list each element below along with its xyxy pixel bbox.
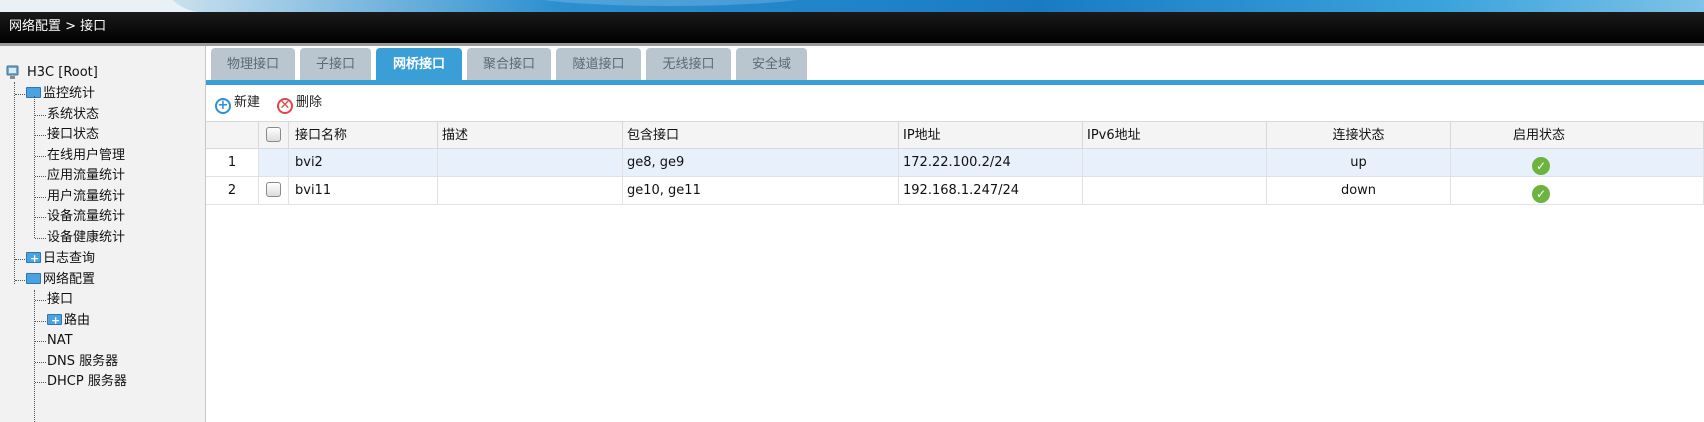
toolbar: + 新建 ✕ 删除: [206, 85, 1704, 121]
row1-name[interactable]: bvi2: [289, 149, 438, 177]
tree-root[interactable]: H3C [Root]: [27, 63, 98, 83]
header-ip[interactable]: IP地址: [899, 121, 1083, 149]
header-enabled[interactable]: 启用状态: [1451, 121, 1704, 149]
tree-item-interface-status[interactable]: 接口状态: [47, 125, 99, 145]
new-button[interactable]: + 新建: [215, 94, 261, 114]
tree-line: [15, 280, 25, 281]
row1-enabled[interactable]: ✓: [1451, 149, 1704, 177]
tab-bridge-interface[interactable]: 网桥接口: [376, 48, 462, 82]
row2-enabled[interactable]: ✓: [1451, 177, 1704, 205]
tree-line: [15, 94, 25, 95]
tree-group-label: 监控统计: [43, 86, 96, 101]
tree-line: [35, 156, 46, 157]
tree-line: [35, 217, 46, 218]
select-all-checkbox[interactable]: [266, 127, 281, 142]
header-link-status[interactable]: 连接状态: [1267, 121, 1451, 149]
tree-line: [35, 115, 46, 116]
breadcrumb: 网络配置 > 接口: [0, 12, 1704, 43]
banner-graphic: [160, 0, 1704, 12]
row-checkbox[interactable]: [266, 182, 281, 197]
tree-group-label: 网络配置: [43, 272, 96, 287]
row2-link-status: down: [1267, 177, 1451, 205]
tab-wireless-interface[interactable]: 无线接口: [646, 48, 731, 82]
tree-item-dhcp-server[interactable]: DHCP 服务器: [47, 372, 127, 392]
tab-physical-interface[interactable]: 物理接口: [211, 48, 295, 82]
tree-item-dns-server[interactable]: DNS 服务器: [47, 352, 118, 372]
row1-select[interactable]: [259, 149, 289, 177]
tree-line: [35, 341, 46, 342]
row1-link-status: up: [1267, 149, 1451, 177]
delete-button-label: 删除: [296, 95, 323, 110]
header-name[interactable]: 接口名称: [289, 121, 438, 149]
tree-item-user-traffic[interactable]: 用户流量统计: [47, 187, 125, 207]
row2-ip: 192.168.1.247/24: [899, 177, 1083, 205]
top-banner: [0, 0, 1704, 12]
tree-group-logs[interactable]: 日志查询: [26, 249, 95, 269]
tree-line: [15, 259, 25, 260]
header-description[interactable]: 描述: [438, 121, 623, 149]
tree-item-interface[interactable]: 接口: [47, 290, 73, 310]
row1-ip: 172.22.100.2/24: [899, 149, 1083, 177]
tab-security-zone[interactable]: 安全域: [736, 48, 807, 82]
plus-circle-icon: +: [215, 98, 231, 114]
delete-button[interactable]: ✕ 删除: [277, 94, 323, 114]
tree-group-network[interactable]: 网络配置: [26, 270, 95, 290]
header-index: [206, 121, 259, 149]
tree-line: [34, 290, 35, 422]
header-select-all[interactable]: [259, 121, 289, 149]
tree-item-online-users[interactable]: 在线用户管理: [47, 146, 125, 166]
folder-plus-icon: [26, 249, 41, 269]
x-circle-icon: ✕: [277, 98, 293, 114]
tree-item-nat[interactable]: NAT: [47, 331, 73, 351]
tab-sub-interface[interactable]: 子接口: [300, 48, 371, 82]
tree-line: [35, 197, 46, 198]
device-icon: [6, 65, 19, 79]
tree-line: [35, 238, 46, 239]
main-panel: 物理接口 子接口 网桥接口 聚合接口 隧道接口 无线接口 安全域 + 新建 ✕ 删除…: [206, 46, 1704, 422]
folder-icon: [26, 273, 41, 284]
tree-line: [35, 300, 46, 301]
tree-group-label: 日志查询: [43, 251, 96, 266]
tree-item-device-traffic[interactable]: 设备流量统计: [47, 207, 125, 227]
check-circle-icon[interactable]: ✓: [1532, 185, 1550, 203]
row2-members: ge10, ge11: [623, 177, 899, 205]
row2-description: [438, 177, 623, 205]
tree-line: [35, 176, 46, 177]
row2-name[interactable]: bvi11: [289, 177, 438, 205]
header-ipv6[interactable]: IPv6地址: [1083, 121, 1267, 149]
folder-plus-icon: [47, 311, 62, 331]
header-members[interactable]: 包含接口: [623, 121, 899, 149]
row1-ipv6: [1083, 149, 1267, 177]
tree-item-device-health[interactable]: 设备健康统计: [47, 228, 125, 248]
tree-item-routing[interactable]: 路由: [47, 311, 90, 331]
tab-tunnel-interface[interactable]: 隧道接口: [556, 48, 641, 82]
tree-line: [14, 82, 15, 284]
row2-select[interactable]: [259, 177, 289, 205]
new-button-label: 新建: [234, 95, 261, 110]
check-circle-icon[interactable]: ✓: [1532, 157, 1550, 175]
tree-line: [35, 135, 46, 136]
row2-ipv6: [1083, 177, 1267, 205]
row2-index: 2: [206, 177, 259, 205]
tree-group-monitoring[interactable]: 监控统计: [26, 84, 95, 104]
tree-line: [35, 321, 46, 322]
row1-members: ge8, ge9: [623, 149, 899, 177]
nav-tree: H3C [Root] 监控统计 系统状态 接口状态 在线用户管理 应用流量统计 …: [0, 46, 206, 422]
tree-line: [35, 362, 46, 363]
row1-description: [438, 149, 623, 177]
tab-aggregate-interface[interactable]: 聚合接口: [467, 48, 551, 82]
sidebar: H3C [Root] 监控统计 系统状态 接口状态 在线用户管理 应用流量统计 …: [0, 46, 206, 422]
tree-item-system-status[interactable]: 系统状态: [47, 105, 99, 125]
tree-item-label: 路由: [64, 313, 91, 328]
tree-item-app-traffic[interactable]: 应用流量统计: [47, 166, 125, 186]
row1-index: 1: [206, 149, 259, 177]
tree-line: [35, 382, 46, 383]
tab-bar: 物理接口 子接口 网桥接口 聚合接口 隧道接口 无线接口 安全域: [206, 46, 1704, 85]
